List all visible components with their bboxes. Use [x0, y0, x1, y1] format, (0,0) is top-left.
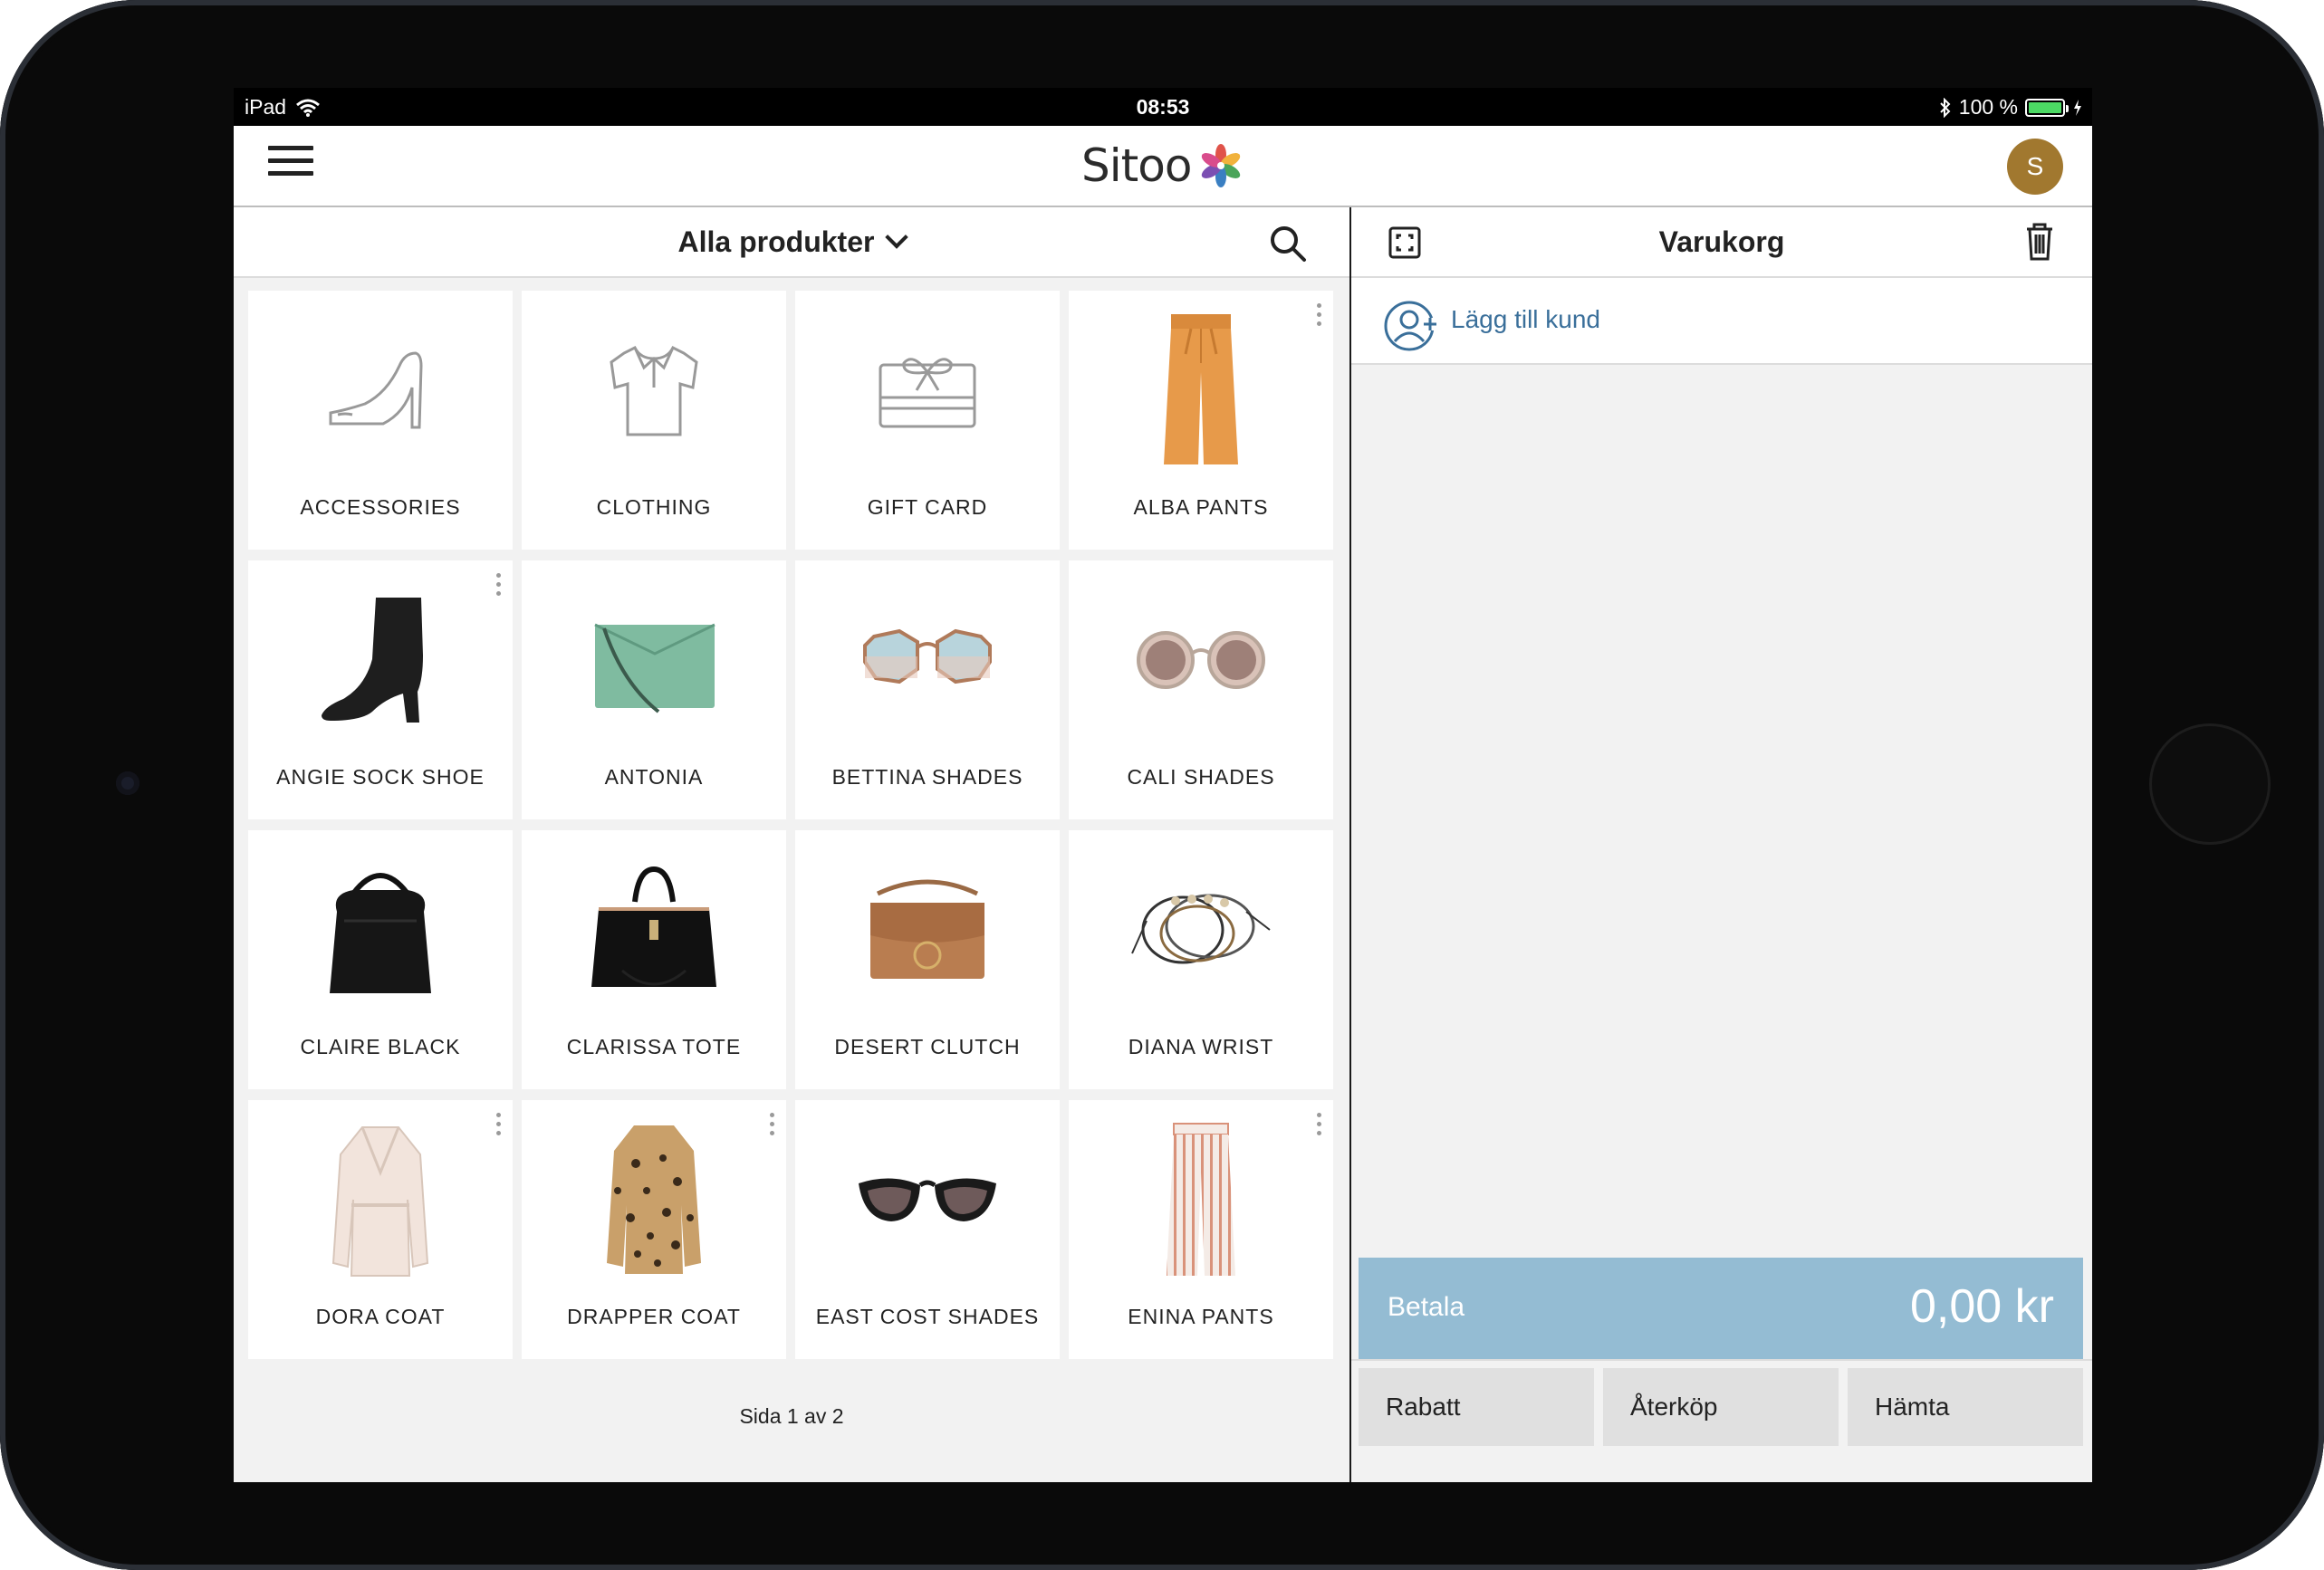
tile-enina-pants[interactable]: ENINA PANTS — [1069, 1100, 1333, 1359]
tile-label: DESERT CLUTCH — [834, 1035, 1021, 1058]
tile-label: ANGIE SOCK SHOE — [276, 765, 485, 789]
black-boot-photo — [322, 598, 423, 723]
tile-label: ENINA PANTS — [1128, 1305, 1274, 1328]
tile-claire-black[interactable]: CLAIRE BLACK — [248, 830, 513, 1089]
search-icon[interactable] — [1268, 224, 1308, 263]
battery-percent: 100 % — [1958, 95, 2018, 119]
black-tote-photo — [591, 866, 716, 987]
tile-label: DRAPPER COAT — [567, 1305, 741, 1328]
striped-pants-photo — [1167, 1123, 1235, 1276]
tile-label: EAST COST SHADES — [815, 1305, 1040, 1328]
catalog-pane: Alla produkter ACCESSORIES CLOTHING GIFT… — [234, 207, 1349, 1482]
flower-logo-icon — [1202, 144, 1241, 187]
green-bag-photo — [594, 623, 715, 713]
add-customer-label: Lägg till kund — [1451, 305, 1601, 333]
pay-label: Betala — [1388, 1292, 1465, 1322]
brown-bag-photo — [870, 879, 984, 979]
app-header: Sitoo S — [234, 126, 2092, 207]
tile-diana-wrist[interactable]: DIANA WRIST — [1069, 830, 1333, 1089]
page-indicator: Sida 1 av 2 — [739, 1404, 844, 1428]
category-title: Alla produkter — [677, 225, 875, 258]
leopard-coat-photo — [607, 1125, 701, 1274]
tile-label: DORA COAT — [315, 1305, 446, 1328]
tile-east-cost-shades[interactable]: EAST COST SHADES — [795, 1100, 1060, 1359]
front-camera — [116, 771, 139, 795]
product-grid: ACCESSORIES CLOTHING GIFT CARD ALBA PANT… — [248, 291, 1333, 1359]
tile-bettina-shades[interactable]: BETTINA SHADES — [795, 560, 1060, 819]
discount-button[interactable]: Rabatt — [1359, 1368, 1594, 1446]
tile-angie-sock-shoe[interactable]: ANGIE SOCK SHOE — [248, 560, 513, 819]
return-button[interactable]: Återköp — [1603, 1368, 1839, 1446]
pay-button[interactable]: Betala 0,00 kr — [1359, 1258, 2083, 1359]
tile-label: CLARISSA TOTE — [566, 1035, 742, 1058]
user-avatar[interactable]: S — [2007, 139, 2063, 195]
tile-label: ALBA PANTS — [1133, 495, 1269, 519]
tile-gift-card[interactable]: GIFT CARD — [795, 291, 1060, 550]
status-bar: iPad 08:53 100 % — [234, 88, 2092, 126]
orange-pants-photo — [1164, 314, 1238, 464]
tile-label: CALI SHADES — [1127, 765, 1275, 789]
tile-antonia[interactable]: ANTONIA — [522, 560, 786, 819]
tile-clothing[interactable]: CLOTHING — [522, 291, 786, 550]
tile-label: CLAIRE BLACK — [300, 1035, 461, 1058]
retrieve-button[interactable]: Hämta — [1848, 1368, 2083, 1446]
add-customer-button[interactable]: Lägg till kund — [1351, 278, 2092, 365]
round-sunglasses-photo — [1137, 631, 1265, 689]
tile-cali-shades[interactable]: CALI SHADES — [1069, 560, 1333, 819]
trash-icon[interactable] — [2023, 222, 2056, 262]
tile-clarissa-tote[interactable]: CLARISSA TOTE — [522, 830, 786, 1089]
tile-accessories[interactable]: ACCESSORIES — [248, 291, 513, 550]
tile-desert-clutch[interactable]: DESERT CLUTCH — [795, 830, 1060, 1089]
status-time: 08:53 — [1136, 95, 1190, 119]
tile-label: ACCESSORIES — [300, 495, 461, 519]
tile-label: CLOTHING — [596, 495, 712, 519]
beige-coat-photo — [331, 1126, 429, 1277]
battery-icon — [2025, 98, 2069, 117]
pay-amount: 0,00 kr — [1910, 1280, 2054, 1333]
tile-label: GIFT CARD — [867, 495, 988, 519]
tile-alba-pants[interactable]: ALBA PANTS — [1069, 291, 1333, 550]
tile-label: DIANA WRIST — [1128, 1035, 1274, 1058]
shirt-outline-icon — [610, 345, 698, 436]
catalog-header: Alla produkter — [234, 207, 1349, 278]
chevron-down-icon — [885, 225, 909, 249]
category-dropdown[interactable]: Alla produkter — [234, 225, 1349, 259]
tile-label: ANTONIA — [604, 765, 704, 789]
sitoo-logo: Sitoo — [1081, 139, 1245, 193]
bluetooth-icon — [1940, 97, 1951, 118]
shoe-outline-icon — [329, 351, 423, 429]
octagon-sunglasses-photo — [863, 628, 992, 684]
cart-actions: Rabatt Återköp Hämta — [1351, 1359, 2092, 1482]
home-button[interactable] — [2152, 726, 2268, 842]
cart-pane: Varukorg Lägg till kund Rabatt Återköp H… — [1351, 207, 2092, 1482]
cat-eye-sunglasses-photo — [859, 1178, 996, 1221]
cart-title: Varukorg — [1658, 225, 1785, 258]
gift-card-outline-icon — [879, 358, 976, 428]
tile-drapper-coat[interactable]: DRAPPER COAT — [522, 1100, 786, 1359]
tile-label: BETTINA SHADES — [831, 765, 1023, 789]
charging-icon — [2074, 99, 2081, 116]
add-user-icon — [1384, 301, 1436, 351]
cart-header: Varukorg — [1351, 207, 2092, 278]
tile-dora-coat[interactable]: DORA COAT — [248, 1100, 513, 1359]
black-hobo-bag-photo — [330, 873, 431, 993]
menu-button[interactable] — [268, 146, 313, 182]
screen: iPad 08:53 100 % Sitoo S Alla produkter … — [234, 88, 2092, 1482]
bracelets-photo — [1131, 894, 1271, 964]
